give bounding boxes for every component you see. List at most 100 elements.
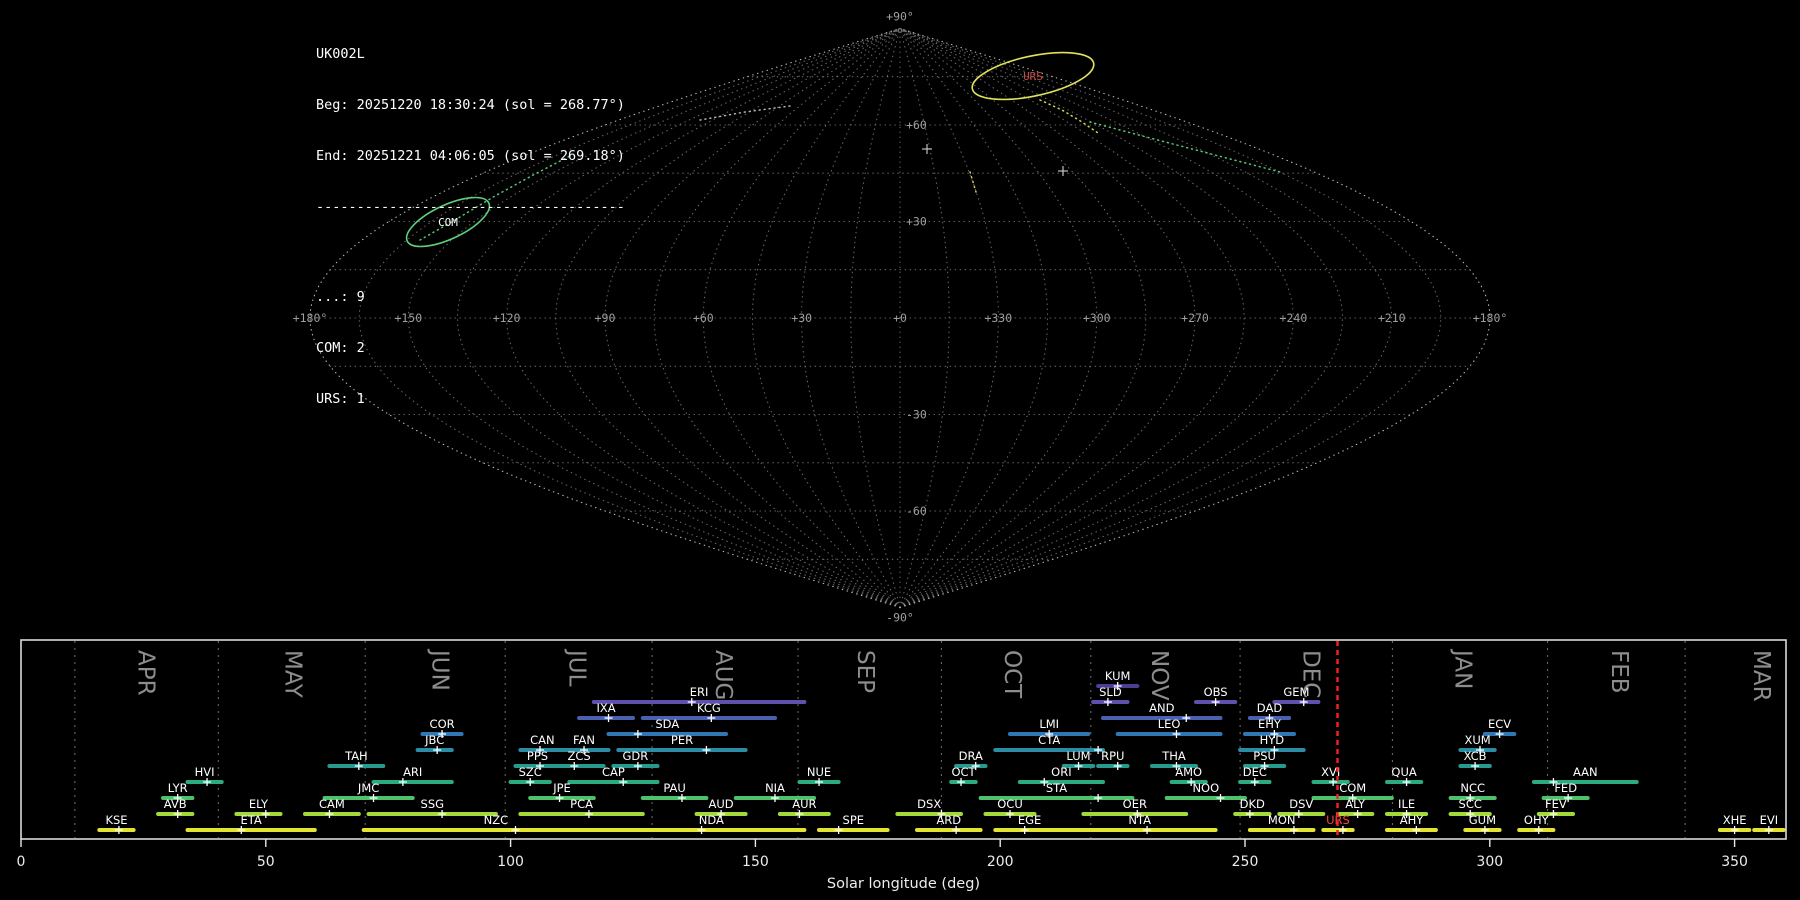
- shower-label-oct: OCT: [951, 765, 976, 779]
- shower-label-dra: DRA: [959, 749, 983, 763]
- meteor-trail: [1089, 121, 1281, 173]
- longitude-label: +210: [1378, 311, 1406, 325]
- latitude-label: -30: [906, 408, 927, 422]
- shower-label-hvi: HVI: [195, 765, 215, 779]
- month-label-feb: FEB: [1606, 650, 1632, 694]
- radiant-label-urs: URS: [1023, 70, 1043, 83]
- shower-label-pau: PAU: [663, 781, 685, 795]
- shower-label-qua: QUA: [1391, 765, 1416, 779]
- shower-label-lmi: LMI: [1039, 717, 1059, 731]
- shower-label-sda: SDA: [655, 717, 679, 731]
- month-label-sep: SEP: [852, 650, 878, 693]
- shower-label-mon: MON: [1268, 813, 1296, 827]
- longitude-label: +330: [984, 311, 1012, 325]
- station-id: UK002L: [316, 46, 365, 62]
- shower-label-zcs: ZCS: [567, 749, 590, 763]
- shower-label-ely: ELY: [249, 797, 269, 811]
- month-label-nov: NOV: [1146, 650, 1172, 701]
- month-label-mar: MAR: [1748, 650, 1774, 702]
- shower-label-pca: PCA: [570, 797, 593, 811]
- latitude-label: +30: [906, 214, 927, 228]
- shower-label-noo: NOO: [1192, 781, 1219, 795]
- shower-label-fed: FED: [1554, 781, 1577, 795]
- shower-label-kcg: KCG: [697, 701, 721, 715]
- shower-label-ile: ILE: [1398, 797, 1415, 811]
- longitude-label: +300: [1083, 311, 1111, 325]
- x-axis-tick-label: 50: [257, 854, 275, 870]
- shower-label-amo: AMO: [1175, 765, 1202, 779]
- shower-label-sld: SLD: [1099, 685, 1122, 699]
- x-axis-tick-label: 250: [1232, 854, 1259, 870]
- month-label-jan: JAN: [1450, 648, 1476, 689]
- shower-label-tah: TAH: [344, 749, 368, 763]
- shower-label-xum: XUM: [1464, 733, 1490, 747]
- latitude-label: -60: [906, 504, 927, 518]
- x-axis-tick-label: 100: [497, 854, 524, 870]
- shower-label-and: AND: [1149, 701, 1174, 715]
- count-com: COM: 2: [316, 340, 365, 356]
- month-label-aug: AUG: [710, 650, 736, 700]
- shower-label-nia: NIA: [765, 781, 785, 795]
- shower-label-pps: PPS: [527, 749, 548, 763]
- shower-label-dad: DAD: [1257, 701, 1283, 715]
- radiant-activity-chart: +90°+60+30-30-60-90°+180° +150 +120 +90 +60 +…: [17, 9, 1787, 892]
- shower-label-fan: FAN: [573, 733, 595, 747]
- shower-label-ege: EGE: [1018, 813, 1041, 827]
- shower-label-psu: PSU: [1253, 749, 1276, 763]
- shower-label-sta: STA: [1046, 781, 1067, 795]
- shower-label-dsv: DSV: [1289, 797, 1313, 811]
- info-divider: --------------------------------------: [316, 199, 625, 215]
- shower-label-fev: FEV: [1545, 797, 1567, 811]
- longitude-label: +240: [1280, 311, 1308, 325]
- shower-label-eta: ETA: [240, 813, 261, 827]
- longitude-label: +180°: [1473, 311, 1508, 325]
- count-sporadic: ...: 9: [316, 289, 365, 305]
- month-label-jul: JUL: [563, 648, 589, 687]
- longitude-label: +0: [893, 311, 907, 325]
- shower-label-nda: NDA: [699, 813, 724, 827]
- shower-label-dec: DEC: [1243, 765, 1267, 779]
- count-urs: URS: 1: [316, 391, 365, 407]
- shower-label-ehy: EHY: [1258, 717, 1282, 731]
- shower-label-lyr: LYR: [168, 781, 188, 795]
- shower-label-jbc: JBC: [424, 733, 444, 747]
- shower-label-dkd: DKD: [1240, 797, 1265, 811]
- month-label-oct: OCT: [999, 650, 1025, 699]
- shower-label-gum: GUM: [1469, 813, 1496, 827]
- shower-label-nta: NTA: [1128, 813, 1151, 827]
- shower-label-kse: KSE: [105, 813, 127, 827]
- x-axis-tick-label: 300: [1476, 854, 1503, 870]
- shower-label-nzc: NZC: [484, 813, 509, 827]
- shower-label-jpe: JPE: [552, 781, 571, 795]
- shower-label-ari: ARI: [403, 765, 422, 779]
- shower-label-leo: LEO: [1158, 717, 1181, 731]
- info-block: UK002L Beg: 20251220 18:30:24 (sol = 268…: [316, 12, 625, 425]
- shower-label-xhe: XHE: [1723, 813, 1747, 827]
- shower-label-szc: SZC: [519, 765, 542, 779]
- shower-label-cor: COR: [430, 717, 455, 731]
- shower-label-nue: NUE: [807, 765, 831, 779]
- shower-label-dsx: DSX: [917, 797, 941, 811]
- shower-label-cta: CTA: [1038, 733, 1060, 747]
- shower-label-eri: ERI: [690, 685, 709, 699]
- shower-label-ori: ORI: [1051, 765, 1071, 779]
- shower-label-obs: OBS: [1204, 685, 1228, 699]
- shower-label-lum: LUM: [1066, 749, 1090, 763]
- shower-label-oer: OER: [1123, 797, 1147, 811]
- x-axis-tick-label: 0: [17, 854, 26, 870]
- shower-label-aan: AAN: [1573, 765, 1598, 779]
- shower-label-per: PER: [671, 733, 693, 747]
- meteor-trail: [1039, 99, 1099, 134]
- shower-label-kum: KUM: [1105, 669, 1131, 683]
- shower-label-ahy: AHY: [1400, 813, 1425, 827]
- shower-label-hyd: HYD: [1260, 733, 1285, 747]
- x-axis-tick-label: 150: [742, 854, 769, 870]
- x-axis-tick-label: 350: [1721, 854, 1748, 870]
- month-label-jun: JUN: [426, 648, 452, 691]
- x-axis-tick-label: 200: [987, 854, 1014, 870]
- shower-label-scc: SCC: [1459, 797, 1482, 811]
- shower-label-spe: SPE: [843, 813, 865, 827]
- shower-label-can: CAN: [530, 733, 555, 747]
- shower-label-avb: AVB: [164, 797, 187, 811]
